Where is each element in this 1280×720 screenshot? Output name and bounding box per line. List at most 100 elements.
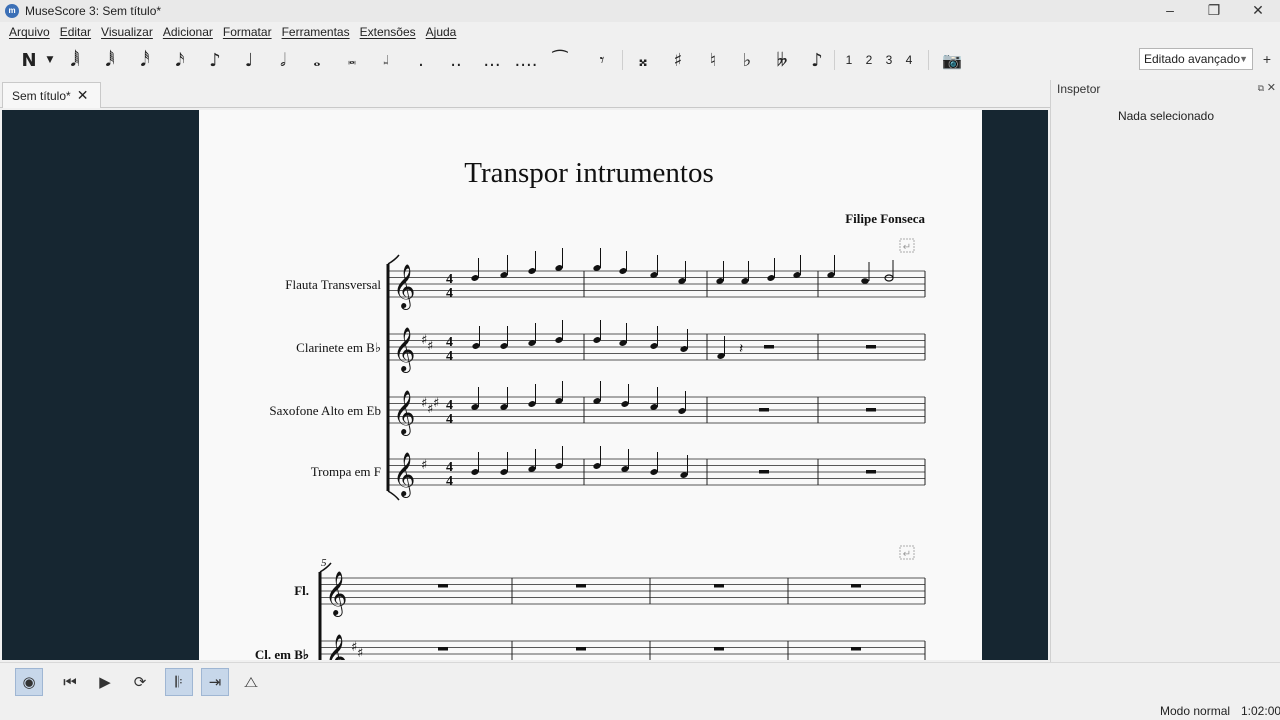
treble-clef-icon: 𝄞 [325,571,347,617]
instrument-short-name[interactable]: Cl. em B♭ [255,647,309,660]
sharp-icon: ♯ [357,646,363,660]
notes-group[interactable]: 𝄽 [438,248,894,651]
quadruple-dot-icon[interactable]: .... [512,48,540,72]
status-bar: Modo normal 1:02:000 [0,700,1280,720]
menu-ferramentas[interactable]: Ferramentas [277,25,355,39]
metronome-icon[interactable]: ⧍ [237,668,265,696]
duration-64th-icon[interactable]: 𝅘𝅥𝅲 [64,48,86,72]
whole-rest [851,584,861,588]
tie-icon[interactable]: ⁀ [548,48,572,72]
inspector-title: Inspetor [1057,82,1101,96]
half-note-head [884,274,894,282]
voice-3-button[interactable]: 3 [882,48,896,72]
staff-group[interactable]: 𝄞𝄞𝄞𝄞♯ ♯♯ ♯ ♯♯44444444𝄞𝄞 ♯ ♯ [318,254,926,660]
loop-icon[interactable]: ⟳ [126,668,154,696]
double-flat-icon[interactable]: 𝄫 [770,48,794,72]
whole-rest [759,470,769,474]
play-icon[interactable]: ▶ [91,668,119,696]
treble-clef-icon: 𝄞 [393,452,415,498]
rewind-icon[interactable]: ⏮ [56,668,84,696]
whole-rest [866,345,876,349]
rest-icon[interactable]: 𝄾 [590,48,614,72]
score-svg: Transpor intrumentos Filipe Fonseca ↵ ↵ … [255,157,926,660]
score-tab-bar: Sem título* ✕ [0,80,1050,108]
menu-adicionar[interactable]: Adicionar [158,25,218,39]
minimize-icon[interactable]: – [1148,0,1192,22]
sharp-icon: ♯ [427,339,433,354]
time-signature-denominator: 4 [446,286,453,301]
voice-1-button[interactable]: 1 [842,48,856,72]
flip-direction-icon[interactable]: ♪ [806,48,828,72]
menu-editar[interactable]: Editar [55,25,96,39]
score-title[interactable]: Transpor intrumentos [464,157,713,189]
undock-icon[interactable]: ⧉ [1258,83,1264,94]
treble-clef-icon: 𝄞 [393,390,415,436]
close-panel-icon[interactable]: ✕ [1267,81,1276,94]
workspace-select-value: Editado avançado [1144,52,1241,66]
workspace-select[interactable]: Editado avançado ▼ [1139,48,1253,70]
menu-formatar[interactable]: Formatar [218,25,277,39]
double-dot-icon[interactable]: .. [444,48,468,72]
whole-rest [714,584,724,588]
duration-16th-icon[interactable]: 𝅘𝅥𝅰 [134,48,156,72]
instrument-name[interactable]: Saxofone Alto em Eb [269,403,381,418]
whole-rest [576,584,586,588]
score-composer[interactable]: Filipe Fonseca [845,211,925,226]
menu-extensoes[interactable]: Extensões [355,25,421,39]
voice-2-button[interactable]: 2 [862,48,876,72]
double-sharp-icon[interactable]: 𝄪 [632,48,654,72]
camera-icon[interactable]: 📷 [940,48,964,72]
add-workspace-button[interactable]: + [1260,48,1274,70]
time-signature-denominator: 4 [446,412,453,427]
system-bracket-top [387,254,400,265]
repeat-playback-icon[interactable]: 𝄆 [165,668,193,696]
close-tab-icon[interactable]: ✕ [77,87,89,104]
instrument-short-name[interactable]: Fl. [294,583,309,598]
toolbar-separator [622,50,623,70]
menu-visualizar[interactable]: Visualizar [96,25,158,39]
layout-break-glyph: ↵ [903,549,911,560]
whole-rest [714,647,724,651]
status-mode: Modo normal [1160,704,1231,718]
note-head [861,278,869,284]
triple-dot-icon[interactable]: ... [479,48,505,72]
duration-eighth-icon[interactable]: 𝅘𝅥𝅯 [169,48,191,72]
flat-icon[interactable]: ♭ [736,48,758,72]
duration-whole-icon[interactable]: 𝅝 [306,48,328,72]
title-bar: m MuseScore 3: Sem título* – ❐ ✕ [0,0,1280,22]
note-input-mode-icon[interactable]: N [18,48,40,72]
sharp-icon[interactable]: ♯ [667,48,689,72]
duration-longa-icon[interactable]: 𝆷 [375,48,397,72]
score-page[interactable]: Transpor intrumentos Filipe Fonseca ↵ ↵ … [199,110,982,660]
time-signature-numerator: 4 [446,398,453,413]
duration-half-icon[interactable]: 𝅗𝅥 [272,48,294,72]
duration-32nd-icon[interactable]: 𝅘𝅥𝅱 [99,48,121,72]
augmentation-dot-icon[interactable]: . [410,48,432,72]
midi-input-icon[interactable]: ◉ [15,668,43,696]
instrument-name[interactable]: Flauta Transversal [285,277,381,292]
menu-arquivo[interactable]: Arquivo [4,25,55,39]
tab-sem-titulo[interactable]: Sem título* ✕ [2,82,101,108]
instrument-name[interactable]: Trompa em F [311,464,381,479]
instrument-name[interactable]: Clarinete em B♭ [296,340,381,355]
whole-rest [866,408,876,412]
toolbar-separator [834,50,835,70]
window-title: MuseScore 3: Sem título* [25,4,162,18]
duration-eighth-alt-icon[interactable]: ♪ [204,48,226,72]
menu-ajuda[interactable]: Ajuda [421,25,462,39]
note-input-dropdown-icon[interactable]: ▼ [44,48,56,72]
voice-4-button[interactable]: 4 [902,48,916,72]
note-input-toolbar: N ▼ 𝅘𝅥𝅲 𝅘𝅥𝅱 𝅘𝅥𝅰 𝅘𝅥𝅯 ♪ ♩ 𝅗𝅥 𝅝 𝅜 𝆷 . .. ..… [0,42,1280,78]
close-icon[interactable]: ✕ [1236,0,1280,22]
chevron-down-icon: ▼ [1239,54,1248,64]
duration-breve-icon[interactable]: 𝅜 [341,48,363,72]
natural-icon[interactable]: ♮ [702,48,724,72]
score-canvas[interactable]: Transpor intrumentos Filipe Fonseca ↵ ↵ … [2,110,1048,660]
inspector-empty-text: Nada selecionado [1117,109,1215,123]
treble-clef-icon: 𝄞 [325,634,347,660]
time-signature-numerator: 4 [446,460,453,475]
duration-quarter-icon[interactable]: ♩ [238,48,260,72]
time-signature-denominator: 4 [446,474,453,489]
pan-score-icon[interactable]: ⇥ [201,668,229,696]
restore-icon[interactable]: ❐ [1192,0,1236,22]
